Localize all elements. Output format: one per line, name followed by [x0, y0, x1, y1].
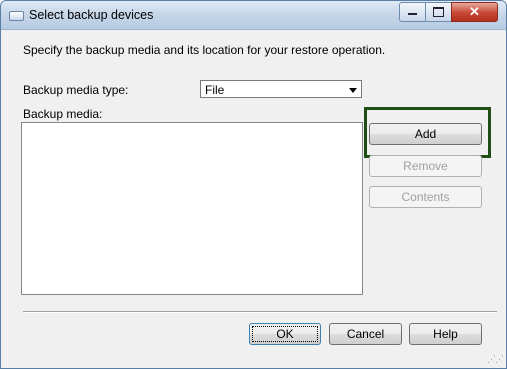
- maximize-button[interactable]: [425, 2, 452, 22]
- close-icon: ✕: [469, 4, 480, 19]
- media-type-value: File: [205, 83, 225, 97]
- media-type-dropdown[interactable]: File: [200, 80, 362, 98]
- title-bar[interactable]: Select backup devices ✕: [1, 1, 506, 30]
- maximize-icon: [433, 7, 444, 17]
- resize-grip-icon[interactable]: ⋰⋰: [487, 354, 504, 365]
- separator: [23, 311, 497, 313]
- contents-button[interactable]: Contents: [369, 186, 482, 208]
- remove-button[interactable]: Remove: [369, 155, 482, 177]
- cancel-button[interactable]: Cancel: [329, 323, 402, 345]
- add-button[interactable]: Add: [369, 123, 482, 145]
- window-icon: [9, 11, 24, 21]
- dialog-window: Select backup devices ✕ Specify the back…: [0, 0, 507, 369]
- minimize-icon: [408, 13, 417, 15]
- backup-media-list[interactable]: [21, 122, 363, 295]
- help-button[interactable]: Help: [409, 323, 482, 345]
- close-button[interactable]: ✕: [451, 2, 498, 22]
- chevron-down-icon: [349, 88, 357, 93]
- ok-button[interactable]: OK: [249, 323, 321, 345]
- window-title: Select backup devices: [29, 8, 154, 22]
- instruction-text: Specify the backup media and its locatio…: [23, 43, 386, 57]
- minimize-button[interactable]: [399, 2, 426, 22]
- media-list-label: Backup media:: [23, 107, 103, 121]
- media-type-label: Backup media type:: [23, 83, 129, 97]
